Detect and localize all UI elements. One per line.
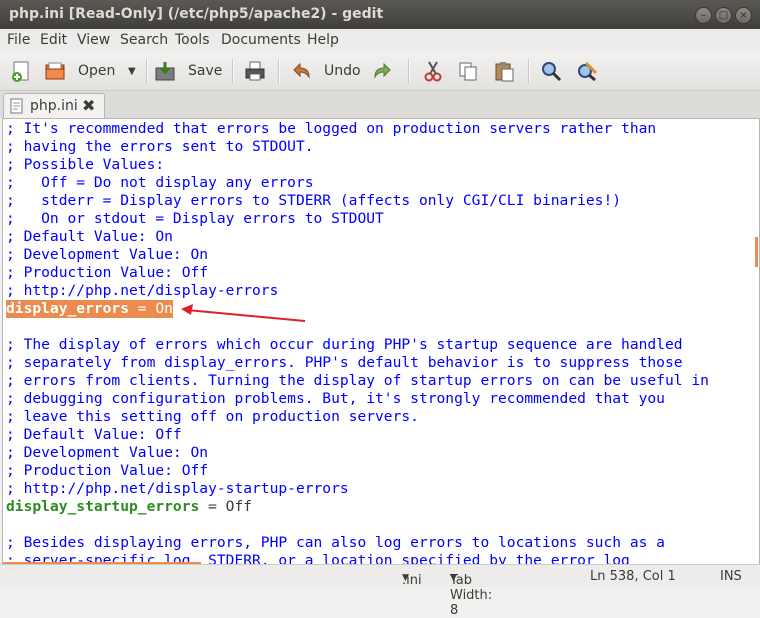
redo-button[interactable]: [372, 58, 394, 84]
menu-tools[interactable]: Tools: [175, 32, 210, 48]
redo-icon: [372, 60, 394, 82]
new-document-icon: [10, 60, 32, 82]
document-tabs: php.ini ✖: [0, 91, 760, 119]
copy-icon: [457, 60, 479, 82]
copy-button[interactable]: [457, 58, 479, 84]
code-line: ; Off = Do not display any errors: [6, 174, 314, 191]
code-line: ; Besides displaying errors, PHP can als…: [6, 534, 665, 551]
code-line: ; On or stdout = Display errors to STDOU…: [6, 210, 384, 227]
chevron-down-icon: ▼: [128, 65, 136, 77]
open-folder-icon: [44, 60, 66, 82]
code-line: ; http://php.net/display-errors: [6, 282, 279, 299]
text-editor[interactable]: ; It's recommended that errors be logged…: [2, 118, 760, 566]
code-line: ; Default Value: On: [6, 228, 173, 245]
toolbar-separator: [232, 59, 234, 83]
new-button[interactable]: [10, 58, 32, 84]
open-recent-dropdown[interactable]: ▼: [128, 58, 136, 84]
scrollbar-thumb[interactable]: [755, 237, 758, 267]
menu-file[interactable]: File: [7, 32, 30, 48]
menu-documents[interactable]: Documents: [221, 32, 301, 48]
menu-view[interactable]: View: [77, 32, 110, 48]
code-line: ; separately from display_errors. PHP's …: [6, 354, 683, 371]
scissors-icon: [422, 60, 444, 82]
highlighted-directive-line: display_errors = On: [6, 300, 173, 318]
chevron-down-icon: ▼: [402, 573, 409, 583]
find-replace-icon: [576, 60, 598, 82]
save-button[interactable]: Save: [154, 58, 222, 84]
toolbar-separator: [278, 59, 280, 83]
directive-line: display_startup_errors = Off: [6, 498, 252, 516]
save-icon: [154, 60, 176, 82]
insert-mode: INS: [720, 569, 742, 584]
directive-key: display_startup_errors: [6, 498, 200, 515]
menu-bar: File Edit View Search Tools Documents He…: [0, 29, 760, 52]
print-icon: [244, 60, 266, 82]
maximize-icon[interactable]: □: [715, 7, 732, 24]
undo-button[interactable]: Undo: [290, 58, 361, 84]
code-line: ; Default Value: Off: [6, 426, 182, 443]
directive-value: = Off: [199, 498, 253, 515]
open-label: Open: [78, 63, 116, 79]
chevron-down-icon: ▼: [450, 573, 457, 583]
code-line: ; Development Value: On: [6, 246, 209, 263]
code-line: ; debugging configuration problems. But,…: [6, 390, 665, 407]
toolbar-separator: [528, 59, 530, 83]
minimize-icon[interactable]: –: [695, 7, 712, 24]
menu-edit[interactable]: Edit: [40, 32, 67, 48]
tab-php-ini[interactable]: php.ini ✖: [3, 93, 105, 119]
code-line: ; errors from clients. Turning the displ…: [6, 372, 709, 389]
undo-icon: [290, 60, 312, 82]
undo-label: Undo: [324, 63, 361, 79]
title-bar: php.ini [Read-Only] (/etc/php5/apache2) …: [0, 0, 760, 29]
code-line: ; Production Value: Off: [6, 462, 209, 479]
open-button[interactable]: Open: [44, 58, 115, 84]
search-icon: [540, 60, 562, 82]
toolbar-separator: [146, 59, 148, 83]
window-title: php.ini [Read-Only] (/etc/php5/apache2) …: [9, 6, 384, 22]
directive-key: display_errors: [6, 300, 130, 317]
code-line: ; The display of errors which occur duri…: [6, 336, 683, 353]
print-button[interactable]: [244, 58, 266, 84]
annotation-arrow-icon: [181, 304, 306, 322]
code-line: ; stderr = Display errors to STDERR (aff…: [6, 192, 622, 209]
code-line: ; Possible Values:: [6, 156, 165, 173]
paste-button[interactable]: [493, 58, 515, 84]
save-label: Save: [188, 63, 223, 79]
tab-label: php.ini: [30, 98, 78, 114]
toolbar: Open ▼ Save Undo: [0, 52, 760, 91]
find-button[interactable]: [540, 58, 562, 84]
status-bar: .ini ▼ Tab Width: 8 ▼ Ln 538, Col 1 INS: [0, 564, 760, 618]
menu-help[interactable]: Help: [307, 32, 339, 48]
directive-value: = On: [129, 300, 173, 317]
paste-icon: [493, 60, 515, 82]
code-line: ; Development Value: On: [6, 444, 209, 461]
document-icon: [10, 98, 24, 118]
code-line: ; It's recommended that errors be logged…: [6, 120, 657, 137]
code-line: ; leave this setting off on production s…: [6, 408, 419, 425]
code-line: ; having the errors sent to STDOUT.: [6, 138, 314, 155]
close-icon[interactable]: ×: [735, 7, 752, 24]
find-replace-button[interactable]: [576, 58, 598, 84]
cut-button[interactable]: [422, 58, 444, 84]
cursor-position: Ln 538, Col 1: [590, 569, 676, 584]
code-line: ; Production Value: Off: [6, 264, 209, 281]
menu-search[interactable]: Search: [120, 32, 168, 48]
toolbar-separator: [408, 59, 410, 83]
tab-close-icon[interactable]: ✖: [82, 96, 95, 115]
code-line: ; http://php.net/display-startup-errors: [6, 480, 349, 497]
